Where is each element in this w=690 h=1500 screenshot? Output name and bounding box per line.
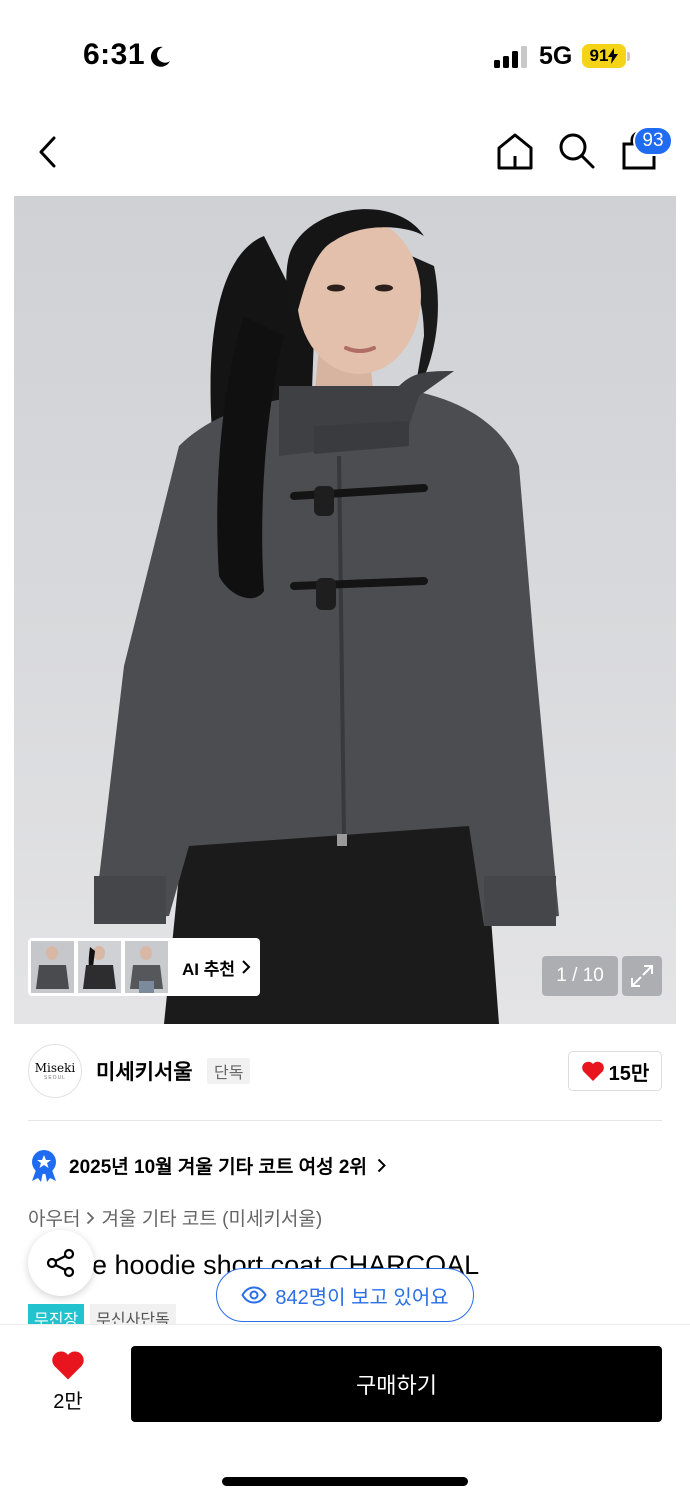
brand-logo-text: Miseki [34,1061,76,1075]
breadcrumb: 아우터 겨울 기타 코트 (미세키서울) [28,1204,322,1231]
back-icon[interactable] [30,132,66,172]
product-image-gallery[interactable]: AI 추천 1 / 10 [14,196,676,1024]
ai-thumbnail [78,941,121,993]
ai-recommend-card[interactable]: AI 추천 [28,938,260,996]
battery-indicator: 91 [582,44,626,68]
heart-icon [52,1351,84,1380]
home-indicator [222,1477,468,1486]
signal-icon [494,46,527,68]
top-navigation: 93 [0,110,690,196]
product-tags: 무진장 무신사단독 [28,1304,176,1326]
network-label: 5G [539,42,573,70]
battery-tip [627,52,630,61]
brand-like-count: 15만 [608,1062,650,1085]
tag-mujinjang: 무진장 [28,1304,85,1326]
home-icon[interactable] [494,130,536,172]
charging-bolt-icon [608,48,619,64]
expand-icon [631,965,653,987]
chevron-right-icon [242,960,251,974]
ai-thumbnail [125,941,168,993]
status-bar: 6:31 5G 91 [0,0,690,110]
battery-level: 91 [589,46,609,65]
brand-logo-subtext: SEOUL [44,1075,66,1081]
breadcrumb-item[interactable]: 아우터 [28,1204,80,1231]
image-counter: 1 / 10 [542,956,618,996]
cart-count-badge: 93 [633,126,673,156]
breadcrumb-item[interactable]: 겨울 기타 코트 (미세키서울) [101,1204,322,1231]
brand-like-button[interactable]: 15만 [568,1051,662,1091]
heart-icon [581,1061,604,1081]
ranking-link[interactable]: 2025년 10월 겨울 기타 코트 여성 2위 [28,1146,386,1184]
tag-musinsa-exclusive: 무신사단독 [90,1304,176,1326]
status-time: 6:31 [83,38,146,71]
bottom-action-bar: 2만 구매하기 [0,1324,690,1500]
share-icon [46,1248,75,1278]
chevron-right-icon [87,1211,95,1224]
ai-thumbnail [31,941,74,993]
search-icon[interactable] [556,130,596,170]
viewers-count-pill: 842명이 보고 있어요 [216,1268,474,1322]
product-photo [94,209,559,1024]
ai-recommend-label: AI 추천 [182,959,236,979]
moon-icon [150,46,170,67]
buy-button[interactable]: 구매하기 [131,1346,662,1422]
brand-exclusive-tag: 단독 [207,1058,251,1084]
brand-name-link[interactable]: 미세키서울 [96,1056,193,1086]
chevron-right-icon [377,1158,386,1172]
eye-icon [241,1286,268,1304]
product-like-count: 2만 [53,1391,83,1413]
brand-row: Miseki SEOUL 미세키서울 단독 15만 [0,1024,690,1120]
ranking-text: 2025년 10월 겨울 기타 코트 여성 2위 [69,1156,367,1178]
product-like-button[interactable]: 2만 [40,1349,96,1414]
share-button[interactable] [28,1230,94,1296]
ranking-badge-icon [32,1150,56,1182]
brand-logo[interactable]: Miseki SEOUL [28,1044,82,1098]
viewers-text: 842명이 보고 있어요 [275,1286,449,1309]
divider [28,1120,662,1121]
expand-image-button[interactable] [622,956,662,996]
